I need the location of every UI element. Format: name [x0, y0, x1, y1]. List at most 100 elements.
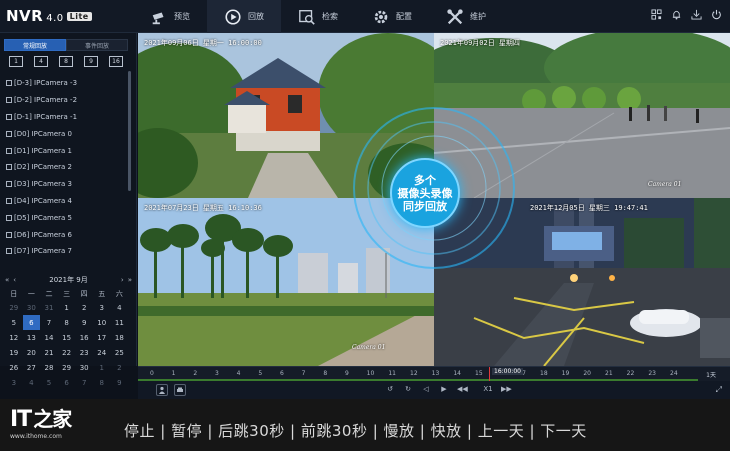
forward-30s-icon[interactable]: ↻	[403, 385, 413, 393]
calendar-day[interactable]: 2	[75, 300, 93, 315]
bell-icon[interactable]	[671, 9, 682, 20]
download-icon[interactable]	[691, 9, 702, 20]
calendar-day[interactable]: 1	[58, 300, 76, 315]
checkbox[interactable]	[6, 164, 12, 171]
calendar-day[interactable]: 5	[5, 315, 23, 330]
calendar-day[interactable]: 14	[40, 330, 58, 345]
camera-item[interactable]: [D5] IPCamera 5	[6, 209, 126, 226]
checkbox[interactable]	[6, 113, 12, 120]
calendar-day[interactable]: 16	[75, 330, 93, 345]
calendar-day[interactable]: 21	[40, 345, 58, 360]
slow-icon[interactable]: ◀◀	[457, 385, 468, 393]
checkbox[interactable]	[6, 214, 12, 221]
calendar-day[interactable]: 30	[75, 360, 93, 375]
calendar-day[interactable]: 27	[23, 360, 41, 375]
calendar-day-selected[interactable]: 6	[22, 315, 41, 330]
calendar-day[interactable]: 17	[93, 330, 111, 345]
calendar-day[interactable]: 31	[40, 300, 58, 315]
calendar-day[interactable]: 3	[93, 300, 111, 315]
camera-item[interactable]: [D-3] IPCamera -3	[6, 75, 126, 92]
checkbox[interactable]	[6, 80, 12, 87]
reverse-play-icon[interactable]: ◁	[421, 385, 431, 393]
next-year-button[interactable]: »	[128, 276, 132, 284]
timeline-scale[interactable]: 1天	[706, 370, 716, 379]
playhead[interactable]	[489, 367, 490, 382]
calendar-day[interactable]: 1	[93, 360, 111, 375]
menu-playback[interactable]: 回放	[207, 0, 281, 33]
camera-item[interactable]: [D4] IPCamera 4	[6, 193, 126, 210]
calendar-day[interactable]: 23	[75, 345, 93, 360]
next-month-button[interactable]: ›	[121, 276, 124, 284]
calendar-day[interactable]: 28	[40, 360, 58, 375]
calendar-day[interactable]: 24	[93, 345, 111, 360]
calendar-day[interactable]: 10	[93, 315, 111, 330]
play-icon[interactable]: ▶	[439, 385, 449, 393]
split-16-button[interactable]: 16	[109, 56, 123, 67]
checkbox[interactable]	[6, 231, 12, 238]
calendar-day[interactable]: 8	[93, 375, 111, 390]
checkbox[interactable]	[6, 248, 12, 255]
calendar-day[interactable]: 12	[5, 330, 23, 345]
menu-maintenance[interactable]: 维护	[429, 0, 503, 33]
camera-item[interactable]: [D1] IPCamera 1	[6, 142, 126, 159]
checkbox[interactable]	[6, 197, 12, 204]
calendar-day[interactable]: 9	[75, 315, 93, 330]
calendar-day[interactable]: 26	[5, 360, 23, 375]
calendar-day[interactable]: 4	[23, 375, 41, 390]
camera-list-scrollbar[interactable]	[128, 71, 131, 191]
camera-item[interactable]: [D2] IPCamera 2	[6, 159, 126, 176]
calendar-day[interactable]: 29	[5, 300, 23, 315]
qr-icon[interactable]	[651, 9, 662, 20]
tab-event-playback[interactable]: 事件回放	[66, 39, 128, 51]
camera-item[interactable]: [D7] IPCamera 7	[6, 243, 126, 260]
prev-year-button[interactable]: «	[5, 276, 9, 284]
fullscreen-icon[interactable]: ⤢	[716, 385, 722, 395]
calendar-day[interactable]: 2	[111, 360, 129, 375]
calendar-day[interactable]: 6	[58, 375, 76, 390]
menu-search[interactable]: 检索	[281, 0, 355, 33]
calendar-day[interactable]: 9	[111, 375, 129, 390]
power-icon[interactable]	[711, 9, 722, 20]
calendar-day[interactable]: 15	[58, 330, 76, 345]
brand-mark: IT 之家	[10, 403, 74, 432]
checkbox[interactable]	[6, 130, 12, 137]
calendar-day[interactable]: 29	[58, 360, 76, 375]
car-button[interactable]	[174, 384, 186, 396]
split-4-button[interactable]: 4	[34, 56, 48, 67]
checkbox[interactable]	[6, 97, 12, 104]
split-8-button[interactable]: 8	[59, 56, 73, 67]
menu-config[interactable]: 配置	[355, 0, 429, 33]
calendar-day[interactable]: 8	[58, 315, 76, 330]
fast-icon[interactable]: ▶▶	[501, 385, 512, 393]
calendar-day[interactable]: 19	[5, 345, 23, 360]
user-button[interactable]	[156, 384, 168, 396]
calendar-day[interactable]: 11	[111, 315, 129, 330]
timeline[interactable]: 0123456789101112131415161718192021222324…	[138, 366, 730, 382]
split-layout-buttons: 1 4 8 9 16	[9, 56, 123, 67]
calendar-day[interactable]: 13	[23, 330, 41, 345]
calendar-day[interactable]: 20	[23, 345, 41, 360]
camera-item[interactable]: [D-2] IPCamera -2	[6, 92, 126, 109]
checkbox[interactable]	[6, 181, 12, 188]
camera-item[interactable]: [D-1] IPCamera -1	[6, 109, 126, 126]
tab-normal-playback[interactable]: 常规回放	[4, 39, 66, 51]
camera-item[interactable]: [D3] IPCamera 3	[6, 176, 126, 193]
camera-item[interactable]: [D0] IPCamera 0	[6, 125, 126, 142]
calendar-day[interactable]: 7	[75, 375, 93, 390]
calendar-day[interactable]: 3	[5, 375, 23, 390]
prev-month-button[interactable]: ‹	[13, 276, 16, 284]
calendar-day[interactable]: 18	[111, 330, 129, 345]
calendar-day[interactable]: 30	[23, 300, 41, 315]
calendar-day[interactable]: 25	[111, 345, 129, 360]
menu-label: 预览	[174, 12, 190, 21]
split-1-button[interactable]: 1	[9, 56, 23, 67]
calendar-day[interactable]: 4	[111, 300, 129, 315]
calendar-day[interactable]: 7	[40, 315, 58, 330]
rewind-30s-icon[interactable]: ↺	[385, 385, 395, 393]
menu-preview[interactable]: 预览	[133, 0, 207, 33]
checkbox[interactable]	[6, 147, 12, 154]
calendar-day[interactable]: 22	[58, 345, 76, 360]
calendar-day[interactable]: 5	[40, 375, 58, 390]
split-9-button[interactable]: 9	[84, 56, 98, 67]
camera-item[interactable]: [D6] IPCamera 6	[6, 226, 126, 243]
